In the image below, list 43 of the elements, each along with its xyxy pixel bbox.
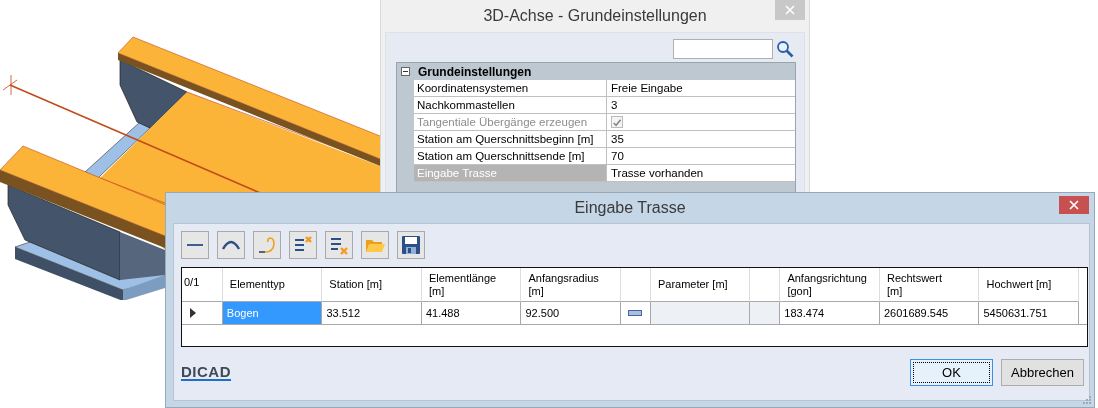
table-cell[interactable]: 41.488	[421, 302, 522, 325]
toolbar-button[interactable]	[325, 231, 353, 259]
cell-button[interactable]	[628, 310, 643, 316]
close-button[interactable]	[1059, 196, 1089, 214]
toolbar-button[interactable]	[289, 231, 317, 259]
spiral-icon	[256, 234, 278, 256]
search-icon	[776, 40, 794, 58]
close-icon	[785, 5, 795, 15]
resize-grip-icon	[1083, 396, 1092, 405]
toolbar-button[interactable]	[397, 231, 425, 259]
close-icon	[1069, 200, 1079, 210]
search-field[interactable]	[673, 39, 773, 59]
save-icon	[400, 234, 422, 256]
table-cell[interactable]: 92.500	[521, 302, 622, 325]
toolbar-button[interactable]	[217, 231, 245, 259]
property-label[interactable]: Koordinatensystemen	[414, 80, 607, 97]
column-header[interactable]: Elementlänge [m]	[421, 268, 522, 302]
property-label[interactable]: Nachkommastellen	[414, 97, 607, 114]
column-header: 0/1	[182, 268, 223, 302]
table-cell[interactable]: 183.474	[780, 302, 880, 325]
column-header	[621, 268, 651, 302]
table-cell[interactable]: 2601689.545	[879, 302, 980, 325]
table-cell[interactable]: 5450631.751	[979, 302, 1079, 325]
property-label[interactable]: Station am Querschnittsende [m]	[414, 148, 607, 165]
cancel-button[interactable]: Abbrechen	[1001, 359, 1084, 386]
column-header[interactable]: Station [m]	[322, 268, 422, 302]
line-icon	[187, 244, 203, 246]
disabled-cell	[750, 302, 781, 325]
table-cell[interactable]: 33.512	[322, 302, 422, 325]
category-label: Grundeinstellungen	[417, 64, 532, 79]
column-header[interactable]: Anfangsrichtung [gon]	[780, 268, 880, 302]
logo: DICAD	[181, 364, 231, 381]
window-title: 3D-Achse - Grundeinstellungen	[483, 7, 707, 25]
dialog-title: Eingabe Trasse	[574, 199, 686, 217]
toolbar-button[interactable]	[181, 231, 209, 259]
column-header[interactable]: Rechtswert [m]	[879, 268, 980, 302]
column-header[interactable]: Hochwert [m]	[979, 268, 1080, 302]
column-header[interactable]: Anfangsradius [m]	[521, 268, 621, 302]
ok-button[interactable]: OK	[910, 359, 993, 386]
property-value[interactable]: 3	[611, 97, 618, 113]
property-value[interactable]: 70	[611, 148, 624, 164]
property-label[interactable]: Station am Querschnittsbeginn [m]	[414, 131, 607, 148]
property-value[interactable]: 35	[611, 131, 624, 147]
